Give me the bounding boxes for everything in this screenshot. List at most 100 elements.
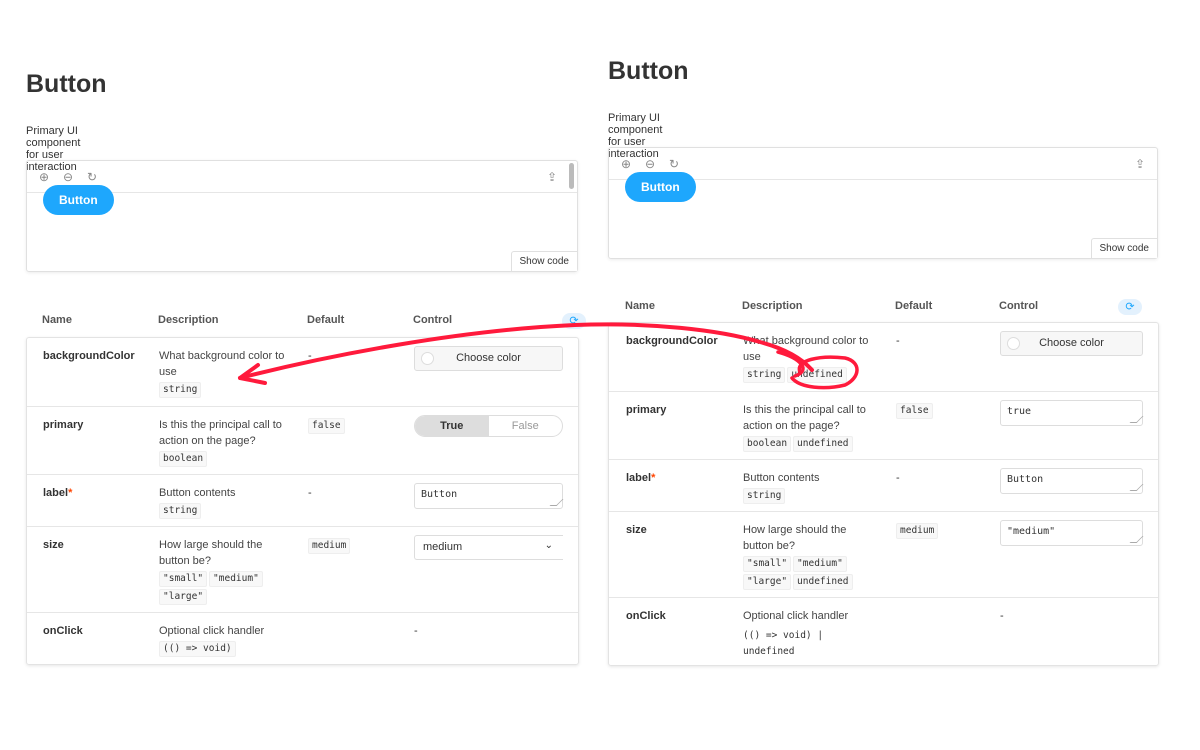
prop-name: primary — [626, 404, 667, 416]
header-description: Description — [742, 300, 803, 312]
type-tag: undefined — [793, 436, 853, 452]
page-title: Button — [26, 70, 107, 98]
table-row: backgroundColor What background color to … — [27, 338, 578, 406]
header-name: Name — [42, 314, 72, 326]
prop-name: backgroundColor — [626, 335, 718, 347]
args-table: backgroundColor What background color to … — [26, 337, 579, 665]
table-row: primary Is this the principal call to act… — [27, 406, 578, 474]
chevron-down-icon: ⌄ — [544, 540, 553, 551]
header-control: Control — [413, 314, 453, 326]
type-tag: "large" — [743, 574, 792, 590]
required-marker: * — [651, 472, 656, 484]
color-picker-button[interactable]: Choose color — [414, 346, 563, 371]
table-row: primary Is this the principal call to act… — [609, 391, 1158, 459]
primary-text-input[interactable]: true — [1000, 400, 1143, 426]
type-tag: undefined — [787, 367, 847, 383]
prop-name: size — [626, 524, 647, 536]
prop-description: Is this the principal call to action on … — [159, 419, 282, 447]
share-icon[interactable]: ⇪ — [545, 170, 559, 184]
reset-controls-icon[interactable]: ⟳ — [562, 313, 586, 329]
table-row: size How large should the button be? "smal… — [27, 526, 578, 612]
preview-button[interactable]: Button — [625, 172, 696, 202]
prop-description: Optional click handler — [743, 610, 849, 622]
prop-description: Is this the principal call to action on … — [743, 404, 866, 432]
label-text-input[interactable]: Button — [1000, 468, 1143, 494]
color-swatch — [421, 352, 434, 365]
type-tag: boolean — [743, 436, 792, 452]
toggle-true[interactable]: True — [415, 416, 489, 436]
type-tag: "medium" — [793, 556, 847, 572]
show-code-button[interactable]: Show code — [510, 251, 577, 271]
header-default: Default — [307, 314, 345, 326]
reset-zoom-icon[interactable]: ↻ — [667, 157, 681, 171]
type-tag: undefined — [793, 574, 853, 590]
zoom-out-icon[interactable]: ⊖ — [61, 170, 75, 184]
color-swatch — [1007, 337, 1020, 350]
prop-name: label — [43, 487, 69, 499]
table-row: label* Button contents string - Button — [27, 474, 578, 526]
default-value: medium — [308, 538, 351, 554]
prop-name: size — [43, 539, 64, 551]
table-row: label* Button contents string - Button — [609, 459, 1158, 511]
prop-description: How large should the button be? — [159, 539, 263, 567]
prop-description: Optional click handler — [159, 625, 265, 637]
page-title: Button — [608, 57, 689, 85]
prop-name: backgroundColor — [43, 350, 135, 362]
prop-description: Button contents — [743, 472, 820, 484]
type-text: (() => void) | undefined — [743, 630, 824, 657]
header-name: Name — [625, 300, 655, 312]
color-picker-button[interactable]: Choose color — [1000, 331, 1143, 356]
default-value: - — [896, 472, 900, 484]
prop-description: What background color to use — [743, 335, 869, 363]
type-tag: (() => void) — [159, 641, 236, 657]
default-value: - — [308, 487, 312, 499]
reset-zoom-icon[interactable]: ↻ — [85, 170, 99, 184]
prop-description: What background color to use — [159, 350, 285, 378]
select-value: medium — [423, 541, 463, 553]
type-tag: string — [159, 503, 202, 519]
story-preview: ⊕ ⊖ ↻ ⇪ Button Show code — [608, 147, 1158, 259]
prop-description: Button contents — [159, 487, 236, 499]
table-row: size How large should the button be? "smal… — [609, 511, 1158, 597]
type-tag: string — [743, 367, 786, 383]
type-tag: boolean — [159, 451, 208, 467]
preview-button[interactable]: Button — [43, 185, 114, 215]
default-value: false — [308, 418, 345, 434]
header-default: Default — [895, 300, 933, 312]
color-picker-label: Choose color — [456, 352, 521, 364]
color-picker-label: Choose color — [1039, 337, 1104, 349]
prop-description: How large should the button be? — [743, 524, 847, 552]
default-value: - — [896, 335, 900, 347]
toggle-false[interactable]: False — [489, 416, 563, 436]
prop-name: label — [626, 472, 652, 484]
header-description: Description — [158, 314, 219, 326]
type-tag: string — [159, 382, 202, 398]
args-table: backgroundColor What background color to … — [608, 322, 1159, 666]
type-tag: "large" — [159, 589, 208, 605]
zoom-in-icon[interactable]: ⊕ — [37, 170, 51, 184]
show-code-button[interactable]: Show code — [1090, 238, 1157, 258]
table-row: onClick Optional click handler (() => void… — [609, 597, 1158, 665]
prop-name: onClick — [626, 610, 666, 622]
type-tag: "small" — [159, 571, 208, 587]
reset-controls-icon[interactable]: ⟳ — [1118, 299, 1142, 315]
boolean-toggle[interactable]: True False — [414, 415, 563, 437]
type-tag: "small" — [743, 556, 792, 572]
size-text-input[interactable]: "medium" — [1000, 520, 1143, 546]
zoom-out-icon[interactable]: ⊖ — [643, 157, 657, 171]
no-control: - — [1000, 610, 1004, 622]
preview-toolbar: ⊕ ⊖ ↻ ⇪ — [27, 161, 577, 193]
size-select[interactable]: medium ⌄ — [414, 535, 563, 560]
header-control: Control — [999, 300, 1039, 312]
prop-name: onClick — [43, 625, 83, 637]
type-tag: string — [743, 488, 786, 504]
zoom-in-icon[interactable]: ⊕ — [619, 157, 633, 171]
prop-name: primary — [43, 419, 84, 431]
default-value: false — [896, 403, 933, 419]
required-marker: * — [68, 487, 73, 499]
story-preview: ⊕ ⊖ ↻ ⇪ Button Show code — [26, 160, 578, 272]
scrollbar[interactable] — [569, 163, 574, 189]
label-text-input[interactable]: Button — [414, 483, 563, 509]
share-icon[interactable]: ⇪ — [1133, 157, 1147, 171]
table-row: onClick Optional click handler (() => void… — [27, 612, 578, 664]
